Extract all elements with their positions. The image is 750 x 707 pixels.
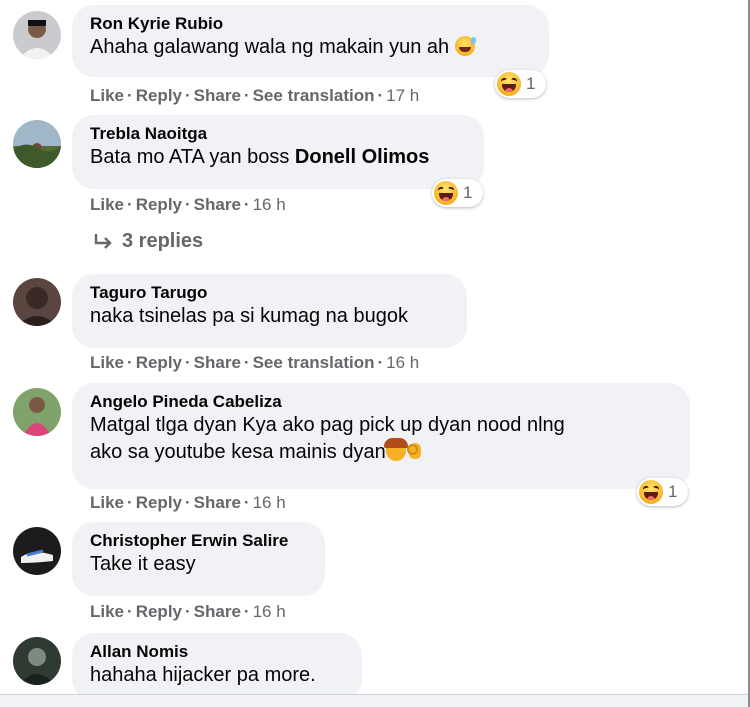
comment-text: hahaha hijacker pa more. [90,664,316,686]
separator: · [243,86,250,105]
comment-author[interactable]: Trebla Naoitga [90,124,466,144]
reply-button[interactable]: Reply [136,195,182,215]
comment-bubble: Taguro Tarugo naka tsinelas pa si kumag … [72,274,467,348]
haha-reaction-icon [497,72,521,96]
share-button[interactable]: Share [194,86,241,106]
separator: · [377,86,384,105]
comment-author[interactable]: Taguro Tarugo [90,283,449,303]
separator: · [243,493,250,512]
separator: · [377,353,384,372]
share-button[interactable]: Share [194,493,241,513]
separator: · [185,195,191,214]
comment-text-line: Matgal tlga dyan Kya ako pag pick up dya… [90,414,565,436]
separator: · [185,602,191,621]
facepalm-emoji [383,438,408,461]
separator: · [243,353,250,372]
share-button[interactable]: Share [194,353,241,373]
comment-author[interactable]: Christopher Erwin Salire [90,531,307,551]
comment-bubble: Angelo Pineda Cabeliza Matgal tlga dyan … [72,383,690,489]
bottom-edge [0,694,750,707]
comment-text: naka tsinelas pa si kumag na bugok [90,305,408,327]
share-button[interactable]: Share [194,602,241,622]
comment-timestamp[interactable]: 16 h [253,493,286,513]
separator: · [243,602,250,621]
avatar[interactable] [13,527,61,575]
comment-bubble: Allan Nomis hahaha hijacker pa more. [72,633,362,701]
replies-count-label: 3 replies [122,230,204,252]
comment-actions: Like · Reply · Share · 16 h [90,195,286,215]
view-replies-button[interactable]: 3 replies [92,230,203,253]
reply-arrow-icon [94,233,112,249]
avatar[interactable] [13,120,61,168]
haha-reaction-icon [434,181,458,205]
comment-timestamp[interactable]: 16 h [386,353,419,373]
separator: · [127,493,133,512]
comment-text: Ahaha galawang wala ng makain yun ah [90,36,450,58]
avatar[interactable] [13,637,61,685]
reaction-count[interactable]: 1 [432,179,483,207]
separator: · [185,86,191,105]
comment-text: Bata mo ATA yan boss [90,146,295,168]
comment-author[interactable]: Ron Kyrie Rubio [90,14,531,34]
separator: · [127,86,133,105]
separator: · [127,602,133,621]
separator: · [127,353,133,372]
comment-bubble: Christopher Erwin Salire Take it easy [72,522,325,596]
reply-button[interactable]: Reply [136,86,182,106]
comment-text: Take it easy [90,553,196,575]
reaction-count-value: 1 [526,74,536,93]
comment-author[interactable]: Angelo Pineda Cabeliza [90,392,672,412]
comment-actions: Like · Reply · Share · 16 h [90,493,286,513]
separator: · [185,493,191,512]
comment-actions: Like · Reply · Share · 16 h [90,602,286,622]
reply-button[interactable]: Reply [136,353,182,373]
grinning-sweat-emoji [454,36,476,56]
like-button[interactable]: Like [90,353,124,373]
comment-actions: Like · Reply · Share · See translation · 17 h [90,86,419,106]
comment-timestamp[interactable]: 16 h [253,602,286,622]
avatar[interactable] [13,11,61,59]
like-button[interactable]: Like [90,602,124,622]
like-button[interactable]: Like [90,86,124,106]
haha-reaction-icon [639,480,663,504]
reaction-count[interactable]: 1 [637,478,688,506]
mention-link[interactable]: Donell Olimos [295,146,429,168]
reply-button[interactable]: Reply [136,602,182,622]
reaction-count-value: 1 [668,482,678,501]
separator: · [127,195,133,214]
separator: · [243,195,250,214]
comment-timestamp[interactable]: 16 h [253,195,286,215]
share-button[interactable]: Share [194,195,241,215]
reply-button[interactable]: Reply [136,493,182,513]
reaction-count-value: 1 [463,183,473,202]
like-button[interactable]: Like [90,195,124,215]
ok-hand-emoji [406,441,424,461]
comment-timestamp[interactable]: 17 h [386,86,419,106]
comment-bubble: Ron Kyrie Rubio Ahaha galawang wala ng m… [72,5,549,77]
like-button[interactable]: Like [90,493,124,513]
comment-author[interactable]: Allan Nomis [90,642,344,662]
comment-bubble: Trebla Naoitga Bata mo ATA yan boss Done… [72,115,484,189]
comment-text-line: ako sa youtube kesa mainis dyan [90,441,386,463]
comment-actions: Like · Reply · Share · See translation · 16 h [90,353,419,373]
avatar[interactable] [13,278,61,326]
avatar[interactable] [13,388,61,436]
separator: · [185,353,191,372]
see-translation-button[interactable]: See translation [253,353,375,373]
see-translation-button[interactable]: See translation [253,86,375,106]
reaction-count[interactable]: 1 [495,70,546,98]
